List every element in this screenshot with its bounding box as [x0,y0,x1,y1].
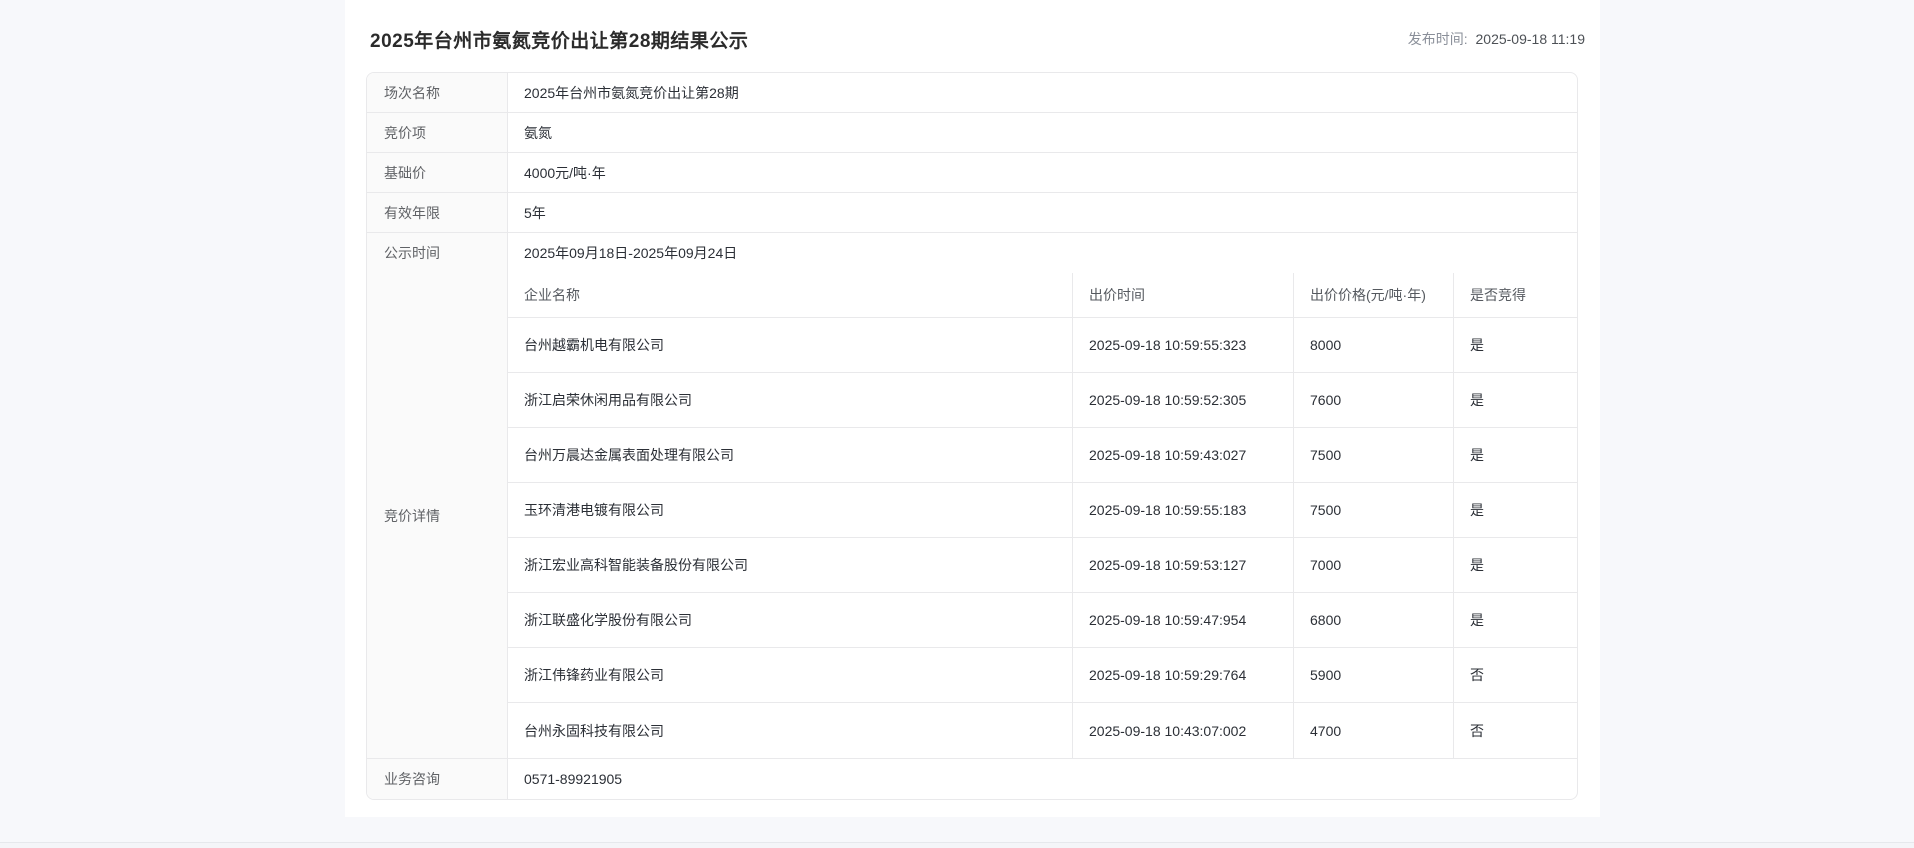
info-row-label: 场次名称 [367,73,508,112]
bid-table: 企业名称 出价时间 出价价格(元/吨·年) 是否竞得 台州越霸机电有限公司 2025-0… [508,273,1577,758]
bid-cell-time: 2025-09-18 10:59:53:127 [1073,538,1294,592]
bid-row: 台州永固科技有限公司 2025-09-18 10:43:07:002 4700 否 [508,703,1577,758]
column-company: 企业名称 [508,273,1073,317]
info-row-value: 氨氮 [524,124,552,141]
bid-cell-time: 2025-09-18 10:59:55:323 [1073,318,1294,372]
contact-row: 业务咨询 0571-89921905 [367,759,1577,799]
bid-row: 浙江宏业高科智能装备股份有限公司 2025-09-18 10:59:53:127 7… [508,538,1577,593]
bid-cell-company: 浙江联盛化学股份有限公司 [508,593,1073,647]
bid-cell-won: 否 [1470,722,1484,739]
bid-table-header: 企业名称 出价时间 出价价格(元/吨·年) 是否竞得 [508,273,1577,318]
info-row-value: 5年 [524,204,546,221]
bid-row: 浙江伟锋药业有限公司 2025-09-18 10:59:29:764 5900 否 [508,648,1577,703]
info-rows: 场次名称 2025年台州市氨氮竞价出让第28期 竞价项 氨氮 基础价 4000元/吨·年有… [367,73,1577,273]
bid-cell-time: 2025-09-18 10:59:29:764 [1073,648,1294,702]
info-row-value: 2025年台州市氨氮竞价出让第28期 [524,84,739,101]
info-row-value: 2025年09月18日-2025年09月24日 [524,245,738,261]
bid-row: 玉环清港电镀有限公司 2025-09-18 10:59:55:183 7500 是 [508,483,1577,538]
info-row-value: 4000元/吨·年 [524,164,606,181]
info-row: 基础价 4000元/吨·年 [367,153,1577,193]
bid-details-label: 竞价详情 [367,273,508,758]
info-row: 竞价项 氨氮 [367,113,1577,153]
bid-cell-company: 台州永固科技有限公司 [508,703,1073,758]
info-row: 有效年限 5年 [367,193,1577,233]
info-row-label: 有效年限 [367,193,508,232]
bid-cell-price: 8000 [1294,318,1454,372]
bid-cell-price: 7000 [1294,538,1454,592]
info-row-label: 基础价 [367,153,508,192]
bid-row: 台州越霸机电有限公司 2025-09-18 10:59:55:323 8000 是 [508,318,1577,373]
bid-cell-time: 2025-09-18 10:59:47:954 [1073,593,1294,647]
contact-value: 0571-89921905 [524,771,623,787]
info-row-label: 竞价项 [367,113,508,152]
bid-cell-time: 2025-09-18 10:59:52:305 [1073,373,1294,427]
announcement-card: 2025年台州市氨氮竞价出让第28期结果公示 发布时间: 2025-09-18 … [345,0,1600,817]
bid-cell-price: 5900 [1294,648,1454,702]
bid-table-body: 台州越霸机电有限公司 2025-09-18 10:59:55:323 8000 是浙江… [508,318,1577,758]
bid-cell-company: 浙江宏业高科智能装备股份有限公司 [508,538,1073,592]
bid-cell-company: 台州万晨达金属表面处理有限公司 [508,428,1073,482]
bid-cell-won: 是 [1470,447,1484,463]
column-won: 是否竞得 [1470,287,1526,303]
bid-cell-company: 浙江启荣休闲用品有限公司 [508,373,1073,427]
bid-row: 浙江联盛化学股份有限公司 2025-09-18 10:59:47:954 6800 是 [508,593,1577,648]
bid-cell-price: 7600 [1294,373,1454,427]
footer-strip [0,842,1914,848]
bid-cell-time: 2025-09-18 10:59:55:183 [1073,483,1294,537]
column-bid-time: 出价时间 [1073,273,1294,317]
bid-row: 浙江启荣休闲用品有限公司 2025-09-18 10:59:52:305 7600 是 [508,373,1577,428]
bid-cell-won: 否 [1470,667,1484,683]
bid-cell-time: 2025-09-18 10:43:07:002 [1073,703,1294,758]
bid-cell-won: 是 [1470,337,1484,353]
bid-cell-time: 2025-09-18 10:59:43:027 [1073,428,1294,482]
bid-cell-price: 4700 [1294,703,1454,758]
bid-cell-company: 玉环清港电镀有限公司 [508,483,1073,537]
bid-cell-won: 是 [1470,612,1484,628]
info-row-label: 公示时间 [367,233,508,273]
bid-cell-won: 是 [1470,557,1484,573]
info-row: 场次名称 2025年台州市氨氮竞价出让第28期 [367,73,1577,113]
publish-time: 发布时间: 2025-09-18 11:19 [1408,29,1585,49]
publish-time-label: 发布时间: [1407,31,1468,47]
publish-time-value: 2025-09-18 11:19 [1475,31,1586,47]
announcement-table: 场次名称 2025年台州市氨氮竞价出让第28期 竞价项 氨氮 基础价 4000元/吨·年有… [366,72,1578,800]
page-title: 2025年台州市氨氮竞价出让第28期结果公示 [370,30,749,52]
bid-cell-company: 台州越霸机电有限公司 [508,318,1073,372]
contact-label: 业务咨询 [367,759,508,799]
bid-cell-price: 7500 [1294,428,1454,482]
bid-cell-won: 是 [1470,392,1484,408]
bid-cell-won: 是 [1470,502,1484,518]
bid-details-row: 竞价详情 企业名称 出价时间 出价价格(元/吨·年) 是否竞得 台州越霸机电有限公司 2… [367,273,1577,759]
column-bid-price: 出价价格(元/吨·年) [1294,273,1454,317]
info-row: 公示时间 2025年09月18日-2025年09月24日 [367,233,1577,273]
bid-row: 台州万晨达金属表面处理有限公司 2025-09-18 10:59:43:027 75… [508,428,1577,483]
bid-cell-price: 6800 [1294,593,1454,647]
bid-cell-price: 7500 [1294,483,1454,537]
card-header: 2025年台州市氨氮竞价出让第28期结果公示 发布时间: 2025-09-18 … [345,0,1600,70]
page: 2025年台州市氨氮竞价出让第28期结果公示 发布时间: 2025-09-18 … [0,0,1914,848]
bid-cell-company: 浙江伟锋药业有限公司 [508,648,1073,702]
